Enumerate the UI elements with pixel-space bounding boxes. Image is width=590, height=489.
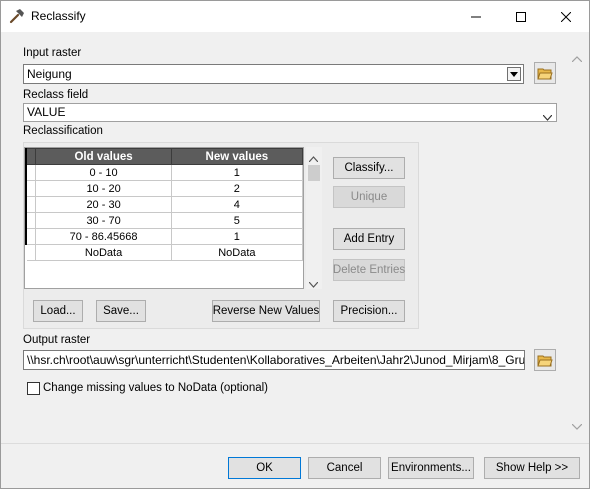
row-header[interactable] (25, 180, 37, 197)
open-folder-icon (537, 68, 553, 80)
old-value-cell[interactable]: 70 - 86.45668 (35, 228, 172, 245)
minimize-button[interactable] (453, 1, 499, 32)
show-help-button[interactable]: Show Help >> (484, 457, 580, 479)
precision-button[interactable]: Precision... (333, 300, 405, 322)
column-header-new-values[interactable]: New values (170, 148, 304, 165)
column-header-old-values[interactable]: Old values (35, 148, 172, 165)
row-header[interactable] (25, 228, 37, 245)
environments-button[interactable]: Environments... (388, 457, 474, 479)
table-scrollbar[interactable] (306, 147, 322, 289)
delete-entries-button[interactable]: Delete Entries (333, 259, 405, 281)
table-row[interactable]: 0 - 10 1 (25, 164, 304, 181)
table-row[interactable]: 70 - 86.45668 1 (25, 228, 304, 245)
reclassification-table[interactable]: Old values New values 0 - 10 1 10 - 20 2… (24, 147, 304, 289)
old-value-cell[interactable]: 30 - 70 (35, 212, 172, 229)
table-row[interactable]: 20 - 30 4 (25, 196, 304, 213)
reclassification-label: Reclassification (23, 125, 103, 137)
close-button[interactable] (543, 1, 589, 32)
chevron-up-icon[interactable] (308, 151, 319, 165)
unique-button[interactable]: Unique (333, 186, 405, 208)
title-bar[interactable]: Reclassify (1, 1, 589, 32)
output-raster-browse-button[interactable] (534, 349, 556, 371)
row-header[interactable] (25, 196, 37, 213)
chevron-down-icon[interactable] (542, 109, 553, 121)
maximize-button[interactable] (498, 1, 544, 32)
table-header: Old values New values (25, 148, 304, 165)
hammer-icon (9, 8, 25, 24)
old-value-cell[interactable]: 0 - 10 (35, 164, 172, 181)
scrollbar-thumb[interactable] (308, 165, 320, 181)
table-row[interactable]: 30 - 70 5 (25, 212, 304, 229)
reverse-new-values-button[interactable]: Reverse New Values (212, 300, 320, 322)
row-header[interactable] (25, 244, 37, 261)
new-value-cell[interactable]: 1 (170, 228, 304, 245)
output-raster-input[interactable]: \\hsr.ch\root\auw\sgr\unterricht\Student… (23, 350, 525, 370)
old-value-cell[interactable]: 10 - 20 (35, 180, 172, 197)
reclass-field-combo[interactable]: VALUE (23, 103, 557, 122)
input-raster-combo[interactable]: Neigung (23, 64, 524, 84)
chevron-down-icon[interactable] (308, 277, 319, 291)
load-button[interactable]: Load... (33, 300, 83, 322)
ok-button[interactable]: OK (228, 457, 301, 479)
cancel-button[interactable]: Cancel (308, 457, 381, 479)
new-value-cell[interactable]: 5 (170, 212, 304, 229)
change-missing-checkbox[interactable] (27, 382, 40, 395)
save-button[interactable]: Save... (96, 300, 146, 322)
minimize-icon (471, 16, 481, 17)
reclass-field-label: Reclass field (23, 89, 89, 101)
new-value-cell[interactable]: 4 (170, 196, 304, 213)
row-header-corner (25, 148, 37, 165)
chevron-down-icon[interactable] (507, 67, 521, 81)
dialog-footer: OK Cancel Environments... Show Help >> (1, 443, 589, 488)
close-icon (561, 11, 571, 22)
input-raster-browse-button[interactable] (534, 62, 556, 84)
change-missing-label[interactable]: Change missing values to NoData (optiona… (43, 382, 268, 394)
table-row[interactable]: NoData NoData (25, 244, 304, 261)
old-value-cell[interactable]: NoData (35, 244, 172, 261)
new-value-cell[interactable]: NoData (170, 244, 304, 261)
output-raster-label: Output raster (23, 334, 91, 346)
old-value-cell[interactable]: 20 - 30 (35, 196, 172, 213)
new-value-cell[interactable]: 2 (170, 180, 304, 197)
window-title: Reclassify (31, 9, 86, 23)
form-scrollbar[interactable] (569, 41, 585, 441)
reclassify-dialog: Reclassify Input raster Neigung Reclass … (0, 0, 590, 489)
table-row[interactable]: 10 - 20 2 (25, 180, 304, 197)
row-header[interactable] (25, 164, 37, 181)
chevron-up-icon[interactable] (571, 51, 583, 65)
output-raster-value: \\hsr.ch\root\auw\sgr\unterricht\Student… (27, 353, 525, 367)
maximize-icon (516, 11, 526, 22)
chevron-down-icon[interactable] (571, 419, 583, 433)
add-entry-button[interactable]: Add Entry (333, 228, 405, 250)
open-folder-icon (537, 355, 553, 367)
input-raster-label: Input raster (23, 47, 82, 59)
classify-button[interactable]: Classify... (333, 157, 405, 179)
reclass-field-value: VALUE (27, 105, 66, 119)
new-value-cell[interactable]: 1 (170, 164, 304, 181)
input-raster-value: Neigung (27, 67, 72, 81)
row-header[interactable] (25, 212, 37, 229)
